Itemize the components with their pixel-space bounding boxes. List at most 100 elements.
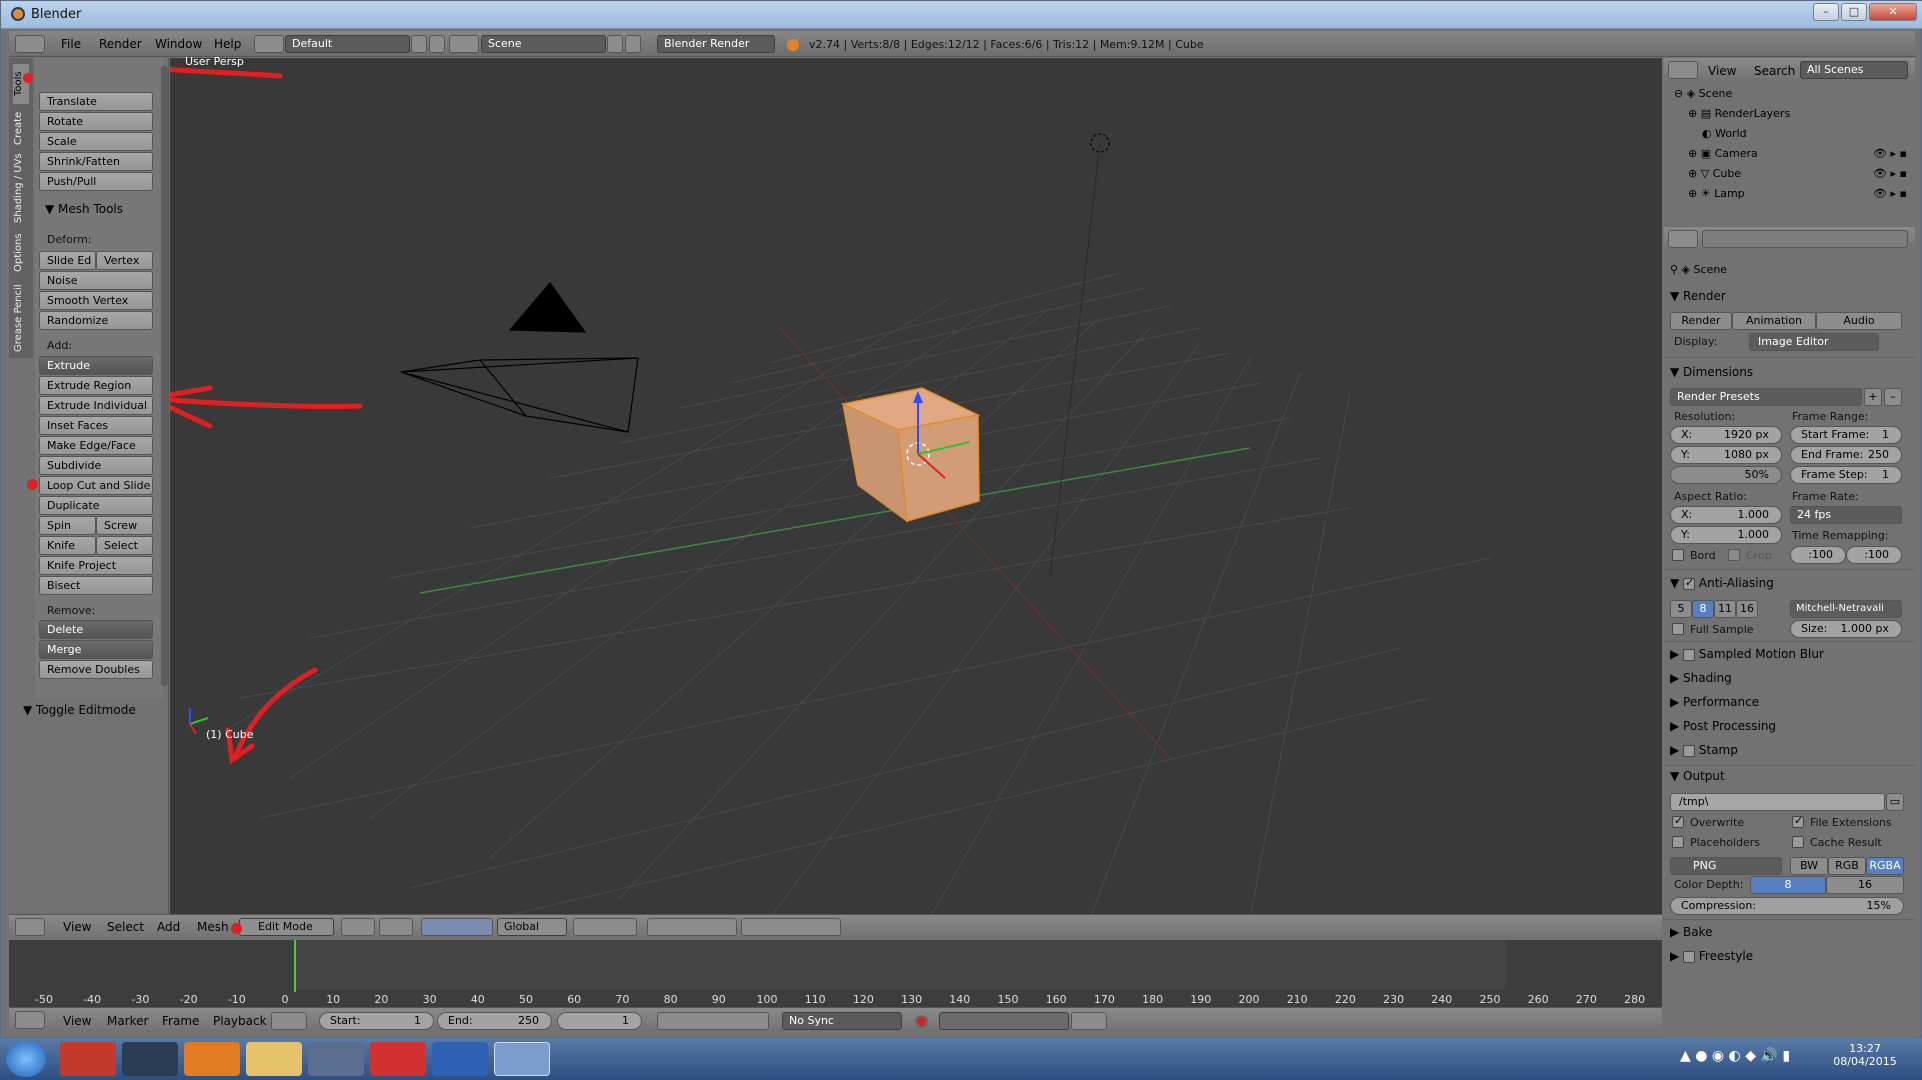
- layout-icon[interactable]: [254, 35, 284, 53]
- subdivide-button[interactable]: Subdivide: [39, 456, 153, 475]
- mode-select[interactable]: Edit Mode: [239, 918, 334, 936]
- current-frame-field[interactable]: 1: [557, 1012, 642, 1030]
- start-frame-field[interactable]: Start Frame: 1: [1790, 426, 1902, 444]
- file-ext-checkbox[interactable]: [1792, 814, 1804, 828]
- color-rgba-button[interactable]: RGBA: [1866, 857, 1904, 875]
- photoshop-elements-app-icon[interactable]: [432, 1042, 488, 1076]
- tab-tools[interactable]: Tools: [13, 64, 29, 104]
- start-button[interactable]: [6, 1041, 46, 1077]
- push-pull-button[interactable]: Push/Pull: [39, 172, 153, 191]
- extrude-individual-button[interactable]: Extrude Individual: [39, 396, 153, 415]
- select-button[interactable]: Select: [96, 536, 153, 555]
- explorer-app-icon[interactable]: [246, 1042, 302, 1076]
- timeline[interactable]: -50 -40 -30 -20 -10 0 10 20 30 40 50 60 70 80 90 100 110…: [9, 940, 1662, 1014]
- remove-scene-icon[interactable]: [625, 35, 641, 53]
- remove-doubles-button[interactable]: Remove Doubles: [39, 660, 153, 679]
- res-percent-slider[interactable]: 50%: [1670, 466, 1782, 484]
- start-frame-field[interactable]: Start: 1: [319, 1012, 434, 1030]
- aa-filter-select[interactable]: Mitchell-Netravali: [1790, 600, 1902, 618]
- render-presets-select[interactable]: Render Presets: [1670, 388, 1862, 406]
- display-filter-select[interactable]: All Scenes: [1800, 61, 1908, 79]
- aa-samples-5[interactable]: 5: [1670, 600, 1692, 618]
- end-frame-field[interactable]: End: 250: [437, 1012, 552, 1030]
- vivaldi-app-icon[interactable]: [370, 1042, 426, 1076]
- end-frame-field[interactable]: End Frame: 250: [1790, 446, 1902, 464]
- stamp-panel-header[interactable]: ▶ Stamp: [1670, 743, 1738, 757]
- menu-frame[interactable]: Frame: [162, 1014, 199, 1028]
- layers-icons[interactable]: [573, 918, 637, 936]
- render-engine-select[interactable]: Blender Render: [657, 35, 775, 53]
- shading-icon[interactable]: [341, 918, 375, 936]
- playhead[interactable]: [294, 940, 296, 992]
- noise-button[interactable]: Noise: [39, 271, 153, 290]
- mail-app-icon[interactable]: [60, 1042, 116, 1076]
- bisect-button[interactable]: Bisect: [39, 576, 153, 595]
- tab-options[interactable]: Options: [13, 228, 29, 278]
- remap-new-field[interactable]: :100: [1846, 546, 1902, 564]
- dimensions-panel-header[interactable]: ▼ Dimensions: [1670, 365, 1753, 379]
- menu-view[interactable]: View: [63, 1014, 91, 1028]
- output-panel-header[interactable]: ▼ Output: [1670, 769, 1725, 783]
- 3d-viewport[interactable]: User Persp (1) Cube: [170, 55, 1662, 914]
- aa-panel-header[interactable]: ▼ Anti-Aliasing: [1670, 576, 1774, 591]
- knife-project-button[interactable]: Knife Project: [39, 556, 153, 575]
- outliner-item-world[interactable]: ◐ World: [1664, 124, 1915, 144]
- compression-slider[interactable]: Compression: 15%: [1670, 897, 1904, 915]
- menu-file[interactable]: File: [61, 37, 81, 51]
- stamp-checkbox[interactable]: [1683, 744, 1696, 757]
- toggle-editmode-panel[interactable]: ▼ Toggle Editmode: [23, 703, 136, 717]
- aa-checkbox[interactable]: [1683, 576, 1696, 590]
- performance-panel-header[interactable]: ▶ Performance: [1670, 695, 1759, 709]
- res-y-field[interactable]: Y: 1080 px: [1670, 446, 1782, 464]
- steam-app-icon[interactable]: [122, 1042, 178, 1076]
- clock[interactable]: 13:27 08/04/2015: [1830, 1042, 1900, 1068]
- maximize-button[interactable]: □: [1841, 3, 1867, 21]
- scene-field[interactable]: Scene: [481, 35, 606, 53]
- render-panel-header[interactable]: ▼ Render: [1670, 289, 1726, 303]
- translate-button[interactable]: Translate: [39, 92, 153, 111]
- color-bw-button[interactable]: BW: [1790, 857, 1828, 875]
- camera-object[interactable]: [400, 282, 639, 433]
- duplicate-button[interactable]: Duplicate: [39, 496, 153, 515]
- depth-8-button[interactable]: 8: [1750, 876, 1826, 894]
- menu-select[interactable]: Select: [107, 920, 144, 934]
- snap-icons[interactable]: [741, 918, 841, 936]
- menu-view[interactable]: View: [63, 920, 91, 934]
- border-checkbox[interactable]: [1672, 549, 1684, 561]
- firefox-app-icon[interactable]: [184, 1042, 240, 1076]
- inset-faces-button[interactable]: Inset Faces: [39, 416, 153, 435]
- add-preset-button[interactable]: +: [1864, 388, 1882, 406]
- spin-button[interactable]: Spin: [39, 516, 96, 535]
- tray-icons[interactable]: ▲ ● ◉ ◐ ◆ 🔊 ▮: [1680, 1048, 1800, 1068]
- editor-type-icon[interactable]: [15, 1011, 45, 1029]
- post-processing-panel-header[interactable]: ▶ Post Processing: [1670, 719, 1776, 733]
- pivot-icon[interactable]: [379, 918, 413, 936]
- opera-app-icon[interactable]: [308, 1042, 364, 1076]
- editor-type-icon[interactable]: [1668, 61, 1698, 79]
- vertex-button[interactable]: Vertex: [96, 251, 153, 270]
- remove-layout-icon[interactable]: [429, 35, 445, 53]
- keyframe-icons[interactable]: [1071, 1012, 1107, 1030]
- loop-cut-slide-button[interactable]: Loop Cut and Slide: [39, 476, 153, 495]
- shrink-fatten-button[interactable]: Shrink/Fatten: [39, 152, 153, 171]
- display-select[interactable]: Image Editor: [1749, 333, 1879, 351]
- delete-dropdown[interactable]: Delete: [39, 620, 153, 639]
- preview-range-icons[interactable]: [271, 1012, 307, 1030]
- filter-size-field[interactable]: Size: 1.000 px: [1790, 620, 1902, 638]
- res-x-field[interactable]: X: 1920 px: [1670, 426, 1782, 444]
- menu-window[interactable]: Window: [155, 37, 202, 51]
- visibility-icons[interactable]: 👁 ▸ ▪: [1873, 164, 1907, 184]
- file-format-select[interactable]: PNG: [1670, 857, 1782, 875]
- output-path-field[interactable]: /tmp\: [1670, 793, 1885, 811]
- extrude-dropdown[interactable]: Extrude: [39, 356, 153, 375]
- menu-mesh[interactable]: Mesh: [197, 920, 229, 934]
- freestyle-checkbox[interactable]: [1683, 950, 1696, 963]
- knife-button[interactable]: Knife: [39, 536, 96, 555]
- slide-edge-button[interactable]: Slide Ed: [39, 251, 96, 270]
- remap-old-field[interactable]: :100: [1790, 546, 1846, 564]
- motion-blur-checkbox[interactable]: [1683, 648, 1696, 661]
- selection-mode-icons[interactable]: [647, 918, 737, 936]
- aa-samples-8[interactable]: 8: [1692, 600, 1714, 618]
- outliner-item-camera[interactable]: ⊕ ▣ Camera 👁 ▸ ▪: [1664, 144, 1915, 164]
- full-sample-checkbox[interactable]: [1672, 623, 1684, 635]
